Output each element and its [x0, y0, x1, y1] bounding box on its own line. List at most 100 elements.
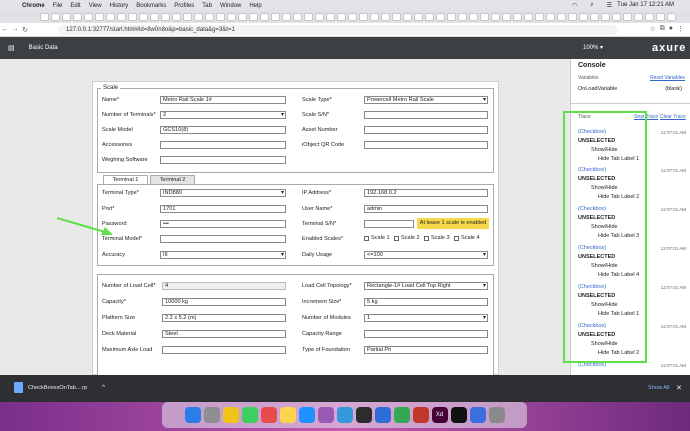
browser-tab[interactable]: [271, 13, 280, 21]
asset-input[interactable]: [364, 126, 488, 134]
scale-type-select[interactable]: Powercell Metro Rail Scale: [364, 96, 488, 104]
browser-tab[interactable]: [370, 13, 379, 21]
browser-tab[interactable]: [172, 13, 181, 21]
browser-tab[interactable]: [458, 13, 467, 21]
loadcell-count-input[interactable]: 4: [162, 282, 286, 290]
terminal-icon[interactable]: [355, 407, 372, 423]
trash-icon[interactable]: [488, 407, 505, 423]
browser-tab[interactable]: [249, 13, 258, 21]
terminal-sn-input[interactable]: [364, 220, 414, 228]
browser-tab[interactable]: [403, 13, 412, 21]
podcasts-icon[interactable]: [317, 407, 334, 423]
name-input[interactable]: Metro Rail Scale 1#: [160, 96, 286, 104]
browser-tab[interactable]: [392, 13, 401, 21]
menu-file[interactable]: File: [53, 3, 63, 9]
password-input[interactable]: •••: [160, 220, 286, 228]
scale-model-input[interactable]: GCS10(8): [160, 126, 286, 134]
browser-tab[interactable]: [348, 13, 357, 21]
sitemap-icon[interactable]: ▤: [8, 44, 15, 52]
forward-icon[interactable]: →: [10, 26, 20, 33]
chrome-icon[interactable]: [336, 407, 353, 423]
browser-tab[interactable]: [293, 13, 302, 21]
browser-tab[interactable]: [436, 13, 445, 21]
show-all-button[interactable]: Show All: [648, 385, 669, 391]
capacity-range-input[interactable]: [364, 330, 488, 338]
ip-input[interactable]: 192.168.0.2: [364, 189, 488, 197]
music-icon[interactable]: [450, 407, 467, 423]
checkbox-scale-1[interactable]: Scale 1: [364, 235, 390, 241]
browser-tab[interactable]: [502, 13, 511, 21]
browser-tab[interactable]: [227, 13, 236, 21]
url-input[interactable]: 127.0.0.1:32777/start.html#id=8w0n8o&p=b…: [58, 25, 618, 35]
appstore-icon[interactable]: [298, 407, 315, 423]
scale-sn-input[interactable]: [364, 111, 488, 119]
browser-tab[interactable]: [601, 13, 610, 21]
browser-tab[interactable]: [568, 13, 577, 21]
browser-tab[interactable]: [117, 13, 126, 21]
browser-tab[interactable]: [304, 13, 313, 21]
axure-app-icon[interactable]: [469, 407, 486, 423]
qr-input[interactable]: [364, 141, 488, 149]
terminal-model-input[interactable]: [160, 235, 286, 243]
browser-tab[interactable]: [491, 13, 500, 21]
zoom-select[interactable]: 100% ▾: [583, 44, 603, 51]
checkbox-box[interactable]: [394, 235, 399, 241]
browser-tab[interactable]: [260, 13, 269, 21]
drive-icon[interactable]: [393, 407, 410, 423]
browser-tab[interactable]: [634, 13, 643, 21]
calendar-icon[interactable]: [260, 407, 277, 423]
port-input[interactable]: 1701: [160, 205, 286, 213]
menu-history[interactable]: History: [110, 3, 129, 9]
browser-tab[interactable]: [590, 13, 599, 21]
extensions-icon[interactable]: ⧉: [660, 25, 665, 33]
browser-tab[interactable]: [326, 13, 335, 21]
browser-tab[interactable]: [95, 13, 104, 21]
browser-tab[interactable]: [535, 13, 544, 21]
browser-tab[interactable]: [667, 13, 676, 21]
tab-terminal-2[interactable]: Terminal 2: [150, 175, 195, 184]
terminals-select[interactable]: 2: [160, 111, 286, 119]
photos-icon[interactable]: [222, 407, 239, 423]
foundation-input[interactable]: Partial Pit: [364, 346, 488, 354]
browser-tab[interactable]: [546, 13, 555, 21]
increment-input[interactable]: 5 kg: [364, 298, 488, 306]
checkbox-box[interactable]: [454, 235, 459, 241]
browser-tab[interactable]: [161, 13, 170, 21]
menu-app-name[interactable]: Chrome: [22, 3, 45, 9]
deck-input[interactable]: Steel: [162, 330, 286, 338]
browser-tab[interactable]: [381, 13, 390, 21]
chevron-up-icon[interactable]: ^: [102, 385, 105, 391]
terminal-type-select[interactable]: IND880: [160, 189, 286, 197]
checkbox-box[interactable]: [424, 235, 429, 241]
browser-tab[interactable]: [194, 13, 203, 21]
clear-trace-link[interactable]: Clear Trace: [660, 114, 686, 120]
axure-app-icon[interactable]: [374, 407, 391, 423]
menu-view[interactable]: View: [89, 3, 102, 9]
browser-tab[interactable]: [106, 13, 115, 21]
browser-tab[interactable]: [84, 13, 93, 21]
checkbox-scale-4[interactable]: Scale 4: [454, 235, 480, 241]
browser-tab[interactable]: [425, 13, 434, 21]
platform-input[interactable]: 2.2 x 5.2 (m): [162, 314, 286, 322]
browser-tab[interactable]: [150, 13, 159, 21]
topology-select[interactable]: Rectangle-1# Load Cell Top Right: [364, 282, 488, 290]
menu-edit[interactable]: Edit: [70, 3, 80, 9]
messages-icon[interactable]: [241, 407, 258, 423]
close-icon[interactable]: ✕: [676, 384, 682, 392]
wifi-icon[interactable]: ◠: [572, 2, 577, 9]
browser-tab[interactable]: [414, 13, 423, 21]
browser-tab[interactable]: [205, 13, 214, 21]
browser-tab[interactable]: [51, 13, 60, 21]
browser-tab[interactable]: [359, 13, 368, 21]
browser-tab[interactable]: [40, 13, 49, 21]
menu-help[interactable]: Help: [249, 3, 261, 9]
launchpad-icon[interactable]: [203, 407, 220, 423]
browser-tab[interactable]: [139, 13, 148, 21]
checkbox-scale-3[interactable]: Scale 3: [424, 235, 450, 241]
browser-tab[interactable]: [480, 13, 489, 21]
capacity-input[interactable]: 10000 kg: [162, 298, 286, 306]
tab-terminal-1[interactable]: Terminal 1: [103, 175, 148, 184]
browser-menu-icon[interactable]: ⋮: [677, 25, 684, 33]
browser-tab[interactable]: [469, 13, 478, 21]
reload-icon[interactable]: ↻: [20, 26, 30, 34]
